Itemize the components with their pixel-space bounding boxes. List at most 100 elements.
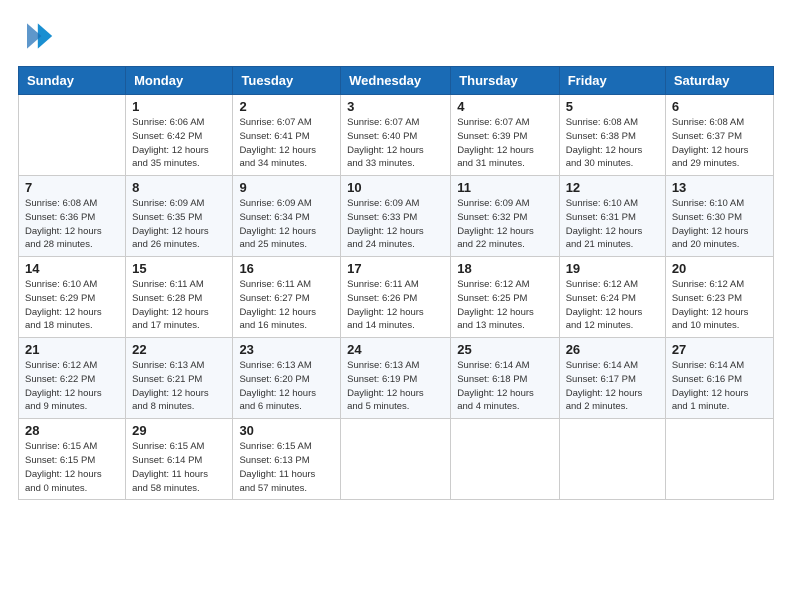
logo (18, 18, 58, 54)
calendar-cell: 11 Sunrise: 6:09 AM Sunset: 6:32 PM Dayli… (451, 176, 559, 257)
calendar-week-row: 14 Sunrise: 6:10 AM Sunset: 6:29 PM Dayli… (19, 257, 774, 338)
calendar-cell: 3 Sunrise: 6:07 AM Sunset: 6:40 PM Daylig… (341, 95, 451, 176)
day-info: Sunrise: 6:10 AM Sunset: 6:31 PM Dayligh… (566, 197, 659, 252)
day-info: Sunrise: 6:15 AM Sunset: 6:13 PM Dayligh… (239, 440, 334, 495)
calendar-cell: 25 Sunrise: 6:14 AM Sunset: 6:18 PM Dayli… (451, 338, 559, 419)
calendar-week-row: 28 Sunrise: 6:15 AM Sunset: 6:15 PM Dayli… (19, 419, 774, 500)
calendar-cell: 6 Sunrise: 6:08 AM Sunset: 6:37 PM Daylig… (665, 95, 773, 176)
calendar-cell: 27 Sunrise: 6:14 AM Sunset: 6:16 PM Dayli… (665, 338, 773, 419)
day-info: Sunrise: 6:11 AM Sunset: 6:27 PM Dayligh… (239, 278, 334, 333)
day-number: 27 (672, 342, 767, 357)
day-info: Sunrise: 6:08 AM Sunset: 6:38 PM Dayligh… (566, 116, 659, 171)
day-info: Sunrise: 6:13 AM Sunset: 6:19 PM Dayligh… (347, 359, 444, 414)
calendar-cell: 15 Sunrise: 6:11 AM Sunset: 6:28 PM Dayli… (126, 257, 233, 338)
calendar-cell: 12Sunrise: 6:10 AM Sunset: 6:31 PM Dayli… (559, 176, 665, 257)
calendar-cell: 7 Sunrise: 6:08 AM Sunset: 6:36 PM Daylig… (19, 176, 126, 257)
day-number: 3 (347, 99, 444, 114)
calendar-cell: 22 Sunrise: 6:13 AM Sunset: 6:21 PM Dayli… (126, 338, 233, 419)
day-number: 21 (25, 342, 119, 357)
day-number: 11 (457, 180, 552, 195)
calendar-header-row: SundayMondayTuesdayWednesdayThursdayFrid… (19, 67, 774, 95)
day-number: 25 (457, 342, 552, 357)
day-info: Sunrise: 6:14 AM Sunset: 6:17 PM Dayligh… (566, 359, 659, 414)
day-info: Sunrise: 6:06 AM Sunset: 6:42 PM Dayligh… (132, 116, 226, 171)
calendar-cell: 8 Sunrise: 6:09 AM Sunset: 6:35 PM Daylig… (126, 176, 233, 257)
calendar-cell: 30 Sunrise: 6:15 AM Sunset: 6:13 PM Dayli… (233, 419, 341, 500)
calendar-cell: 1 Sunrise: 6:06 AM Sunset: 6:42 PM Daylig… (126, 95, 233, 176)
calendar-cell: 13 Sunrise: 6:10 AM Sunset: 6:30 PM Dayli… (665, 176, 773, 257)
day-info: Sunrise: 6:10 AM Sunset: 6:29 PM Dayligh… (25, 278, 119, 333)
col-header-friday: Friday (559, 67, 665, 95)
day-info: Sunrise: 6:12 AM Sunset: 6:23 PM Dayligh… (672, 278, 767, 333)
day-number: 15 (132, 261, 226, 276)
header (18, 18, 774, 54)
day-number: 22 (132, 342, 226, 357)
day-number: 24 (347, 342, 444, 357)
calendar-cell (665, 419, 773, 500)
day-info: Sunrise: 6:13 AM Sunset: 6:20 PM Dayligh… (239, 359, 334, 414)
day-number: 18 (457, 261, 552, 276)
calendar-cell: 24 Sunrise: 6:13 AM Sunset: 6:19 PM Dayli… (341, 338, 451, 419)
day-number: 20 (672, 261, 767, 276)
calendar-cell: 23 Sunrise: 6:13 AM Sunset: 6:20 PM Dayli… (233, 338, 341, 419)
day-info: Sunrise: 6:15 AM Sunset: 6:14 PM Dayligh… (132, 440, 226, 495)
day-number: 8 (132, 180, 226, 195)
day-number: 29 (132, 423, 226, 438)
col-header-saturday: Saturday (665, 67, 773, 95)
calendar-cell: 20 Sunrise: 6:12 AM Sunset: 6:23 PM Dayli… (665, 257, 773, 338)
calendar-cell: 28 Sunrise: 6:15 AM Sunset: 6:15 PM Dayli… (19, 419, 126, 500)
day-number: 7 (25, 180, 119, 195)
day-info: Sunrise: 6:11 AM Sunset: 6:28 PM Dayligh… (132, 278, 226, 333)
day-info: Sunrise: 6:08 AM Sunset: 6:37 PM Dayligh… (672, 116, 767, 171)
day-number: 6 (672, 99, 767, 114)
calendar-cell: 18Sunrise: 6:12 AM Sunset: 6:25 PM Dayli… (451, 257, 559, 338)
day-info: Sunrise: 6:09 AM Sunset: 6:34 PM Dayligh… (239, 197, 334, 252)
calendar-cell: 29 Sunrise: 6:15 AM Sunset: 6:14 PM Dayli… (126, 419, 233, 500)
day-number: 4 (457, 99, 552, 114)
day-info: Sunrise: 6:12 AM Sunset: 6:24 PM Dayligh… (566, 278, 659, 333)
day-number: 30 (239, 423, 334, 438)
day-number: 28 (25, 423, 119, 438)
day-number: 17 (347, 261, 444, 276)
calendar-cell: 21 Sunrise: 6:12 AM Sunset: 6:22 PM Dayli… (19, 338, 126, 419)
day-info: Sunrise: 6:12 AM Sunset: 6:22 PM Dayligh… (25, 359, 119, 414)
col-header-wednesday: Wednesday (341, 67, 451, 95)
day-number: 13 (672, 180, 767, 195)
day-number: 5 (566, 99, 659, 114)
calendar-cell: 4Sunrise: 6:07 AM Sunset: 6:39 PM Daylig… (451, 95, 559, 176)
day-info: Sunrise: 6:09 AM Sunset: 6:35 PM Dayligh… (132, 197, 226, 252)
calendar-week-row: 1 Sunrise: 6:06 AM Sunset: 6:42 PM Daylig… (19, 95, 774, 176)
day-number: 16 (239, 261, 334, 276)
calendar-cell (19, 95, 126, 176)
calendar-cell (451, 419, 559, 500)
day-info: Sunrise: 6:09 AM Sunset: 6:33 PM Dayligh… (347, 197, 444, 252)
day-info: Sunrise: 6:07 AM Sunset: 6:40 PM Dayligh… (347, 116, 444, 171)
calendar-cell: 9 Sunrise: 6:09 AM Sunset: 6:34 PM Daylig… (233, 176, 341, 257)
col-header-sunday: Sunday (19, 67, 126, 95)
day-info: Sunrise: 6:11 AM Sunset: 6:26 PM Dayligh… (347, 278, 444, 333)
calendar-cell (559, 419, 665, 500)
day-info: Sunrise: 6:13 AM Sunset: 6:21 PM Dayligh… (132, 359, 226, 414)
day-number: 10 (347, 180, 444, 195)
calendar-table: SundayMondayTuesdayWednesdayThursdayFrid… (18, 66, 774, 500)
day-number: 9 (239, 180, 334, 195)
calendar-cell: 19 Sunrise: 6:12 AM Sunset: 6:24 PM Dayli… (559, 257, 665, 338)
col-header-thursday: Thursday (451, 67, 559, 95)
calendar-cell: 26Sunrise: 6:14 AM Sunset: 6:17 PM Dayli… (559, 338, 665, 419)
col-header-tuesday: Tuesday (233, 67, 341, 95)
day-number: 2 (239, 99, 334, 114)
day-number: 23 (239, 342, 334, 357)
day-info: Sunrise: 6:15 AM Sunset: 6:15 PM Dayligh… (25, 440, 119, 495)
day-info: Sunrise: 6:08 AM Sunset: 6:36 PM Dayligh… (25, 197, 119, 252)
calendar-cell: 2 Sunrise: 6:07 AM Sunset: 6:41 PM Daylig… (233, 95, 341, 176)
calendar-cell: 17 Sunrise: 6:11 AM Sunset: 6:26 PM Dayli… (341, 257, 451, 338)
calendar-cell: 14 Sunrise: 6:10 AM Sunset: 6:29 PM Dayli… (19, 257, 126, 338)
day-number: 19 (566, 261, 659, 276)
day-info: Sunrise: 6:14 AM Sunset: 6:16 PM Dayligh… (672, 359, 767, 414)
day-info: Sunrise: 6:10 AM Sunset: 6:30 PM Dayligh… (672, 197, 767, 252)
day-info: Sunrise: 6:07 AM Sunset: 6:41 PM Dayligh… (239, 116, 334, 171)
day-info: Sunrise: 6:14 AM Sunset: 6:18 PM Dayligh… (457, 359, 552, 414)
day-number: 14 (25, 261, 119, 276)
day-number: 1 (132, 99, 226, 114)
day-info: Sunrise: 6:09 AM Sunset: 6:32 PM Dayligh… (457, 197, 552, 252)
